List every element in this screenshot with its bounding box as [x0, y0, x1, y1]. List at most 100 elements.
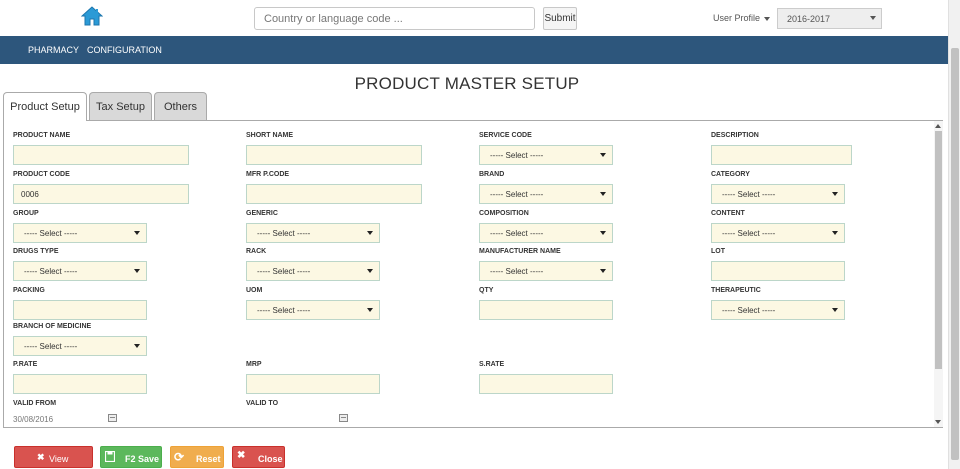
- manufacturer-name-select[interactable]: ----- Select -----: [479, 261, 613, 281]
- chevron-down-icon: [134, 344, 140, 348]
- category-label: CATEGORY: [711, 171, 750, 178]
- chevron-down-icon: [600, 153, 606, 157]
- manufacturer-name-label: MANUFACTURER NAME: [479, 248, 561, 255]
- reset-button-label: Reset: [196, 454, 221, 464]
- financial-year-value: 2016-2017: [787, 14, 831, 24]
- refresh-icon: ⟳: [174, 450, 185, 464]
- prate-field[interactable]: [13, 374, 147, 394]
- description-field[interactable]: [711, 145, 852, 165]
- valid-from-field[interactable]: 30/08/2016: [13, 415, 53, 424]
- generic-label: GENERIC: [246, 210, 278, 217]
- select-placeholder: ----- Select -----: [490, 190, 544, 199]
- branch-of-medicine-label: BRANCH OF MEDICINE: [13, 323, 92, 330]
- qty-field[interactable]: [479, 300, 613, 320]
- group-select[interactable]: ----- Select -----: [13, 223, 147, 243]
- select-placeholder: ----- Select -----: [490, 151, 544, 160]
- tab-others[interactable]: Others: [154, 92, 207, 120]
- packing-field[interactable]: [13, 300, 147, 320]
- therapeutic-label: THERAPEUTIC: [711, 287, 761, 294]
- chevron-down-icon: [832, 192, 838, 196]
- select-placeholder: ----- Select -----: [722, 190, 776, 199]
- drugs-type-label: DRUGS TYPE: [13, 248, 59, 255]
- chevron-down-icon: [134, 231, 140, 235]
- financial-year-select[interactable]: 2016-2017: [777, 8, 882, 29]
- close-button[interactable]: ✖ Close: [232, 446, 285, 468]
- chevron-down-icon: [600, 269, 606, 273]
- short-name-field[interactable]: [246, 145, 422, 165]
- tab-product-setup[interactable]: Product Setup: [3, 92, 87, 121]
- qty-label: QTY: [479, 287, 494, 294]
- reset-button[interactable]: ⟳ Reset: [170, 446, 224, 468]
- user-profile-menu[interactable]: User Profile: [713, 13, 771, 23]
- branch-of-medicine-select[interactable]: ----- Select -----: [13, 336, 147, 356]
- product-name-label: PRODUCT NAME: [13, 132, 71, 139]
- srate-field[interactable]: [479, 374, 613, 394]
- user-profile-label: User Profile: [713, 13, 761, 23]
- calendar-icon[interactable]: [339, 414, 348, 422]
- page-scrollbar[interactable]: [948, 0, 960, 469]
- caret-down-icon: [764, 16, 771, 21]
- product-setup-panel: PRODUCT NAME SHORT NAME SERVICE CODE ---…: [3, 120, 943, 428]
- chevron-down-icon: [870, 16, 876, 20]
- tab-tax-setup[interactable]: Tax Setup: [89, 92, 152, 120]
- therapeutic-select[interactable]: ----- Select -----: [711, 300, 845, 320]
- home-icon[interactable]: [81, 5, 103, 27]
- content-select[interactable]: ----- Select -----: [711, 223, 845, 243]
- save-button[interactable]: F2 Save: [100, 446, 162, 468]
- product-code-field[interactable]: 0006: [13, 184, 189, 204]
- scroll-down-icon[interactable]: [935, 420, 941, 424]
- select-placeholder: ----- Select -----: [24, 267, 78, 276]
- service-code-select[interactable]: ----- Select -----: [479, 145, 613, 165]
- main-nav: PHARMACY CONFIGURATION: [0, 36, 948, 64]
- chevron-down-icon: [134, 269, 140, 273]
- product-name-field[interactable]: [13, 145, 189, 165]
- calendar-icon[interactable]: [108, 414, 117, 422]
- select-placeholder: ----- Select -----: [490, 267, 544, 276]
- select-placeholder: ----- Select -----: [257, 229, 311, 238]
- chevron-down-icon: [367, 269, 373, 273]
- page-scrollbar-thumb[interactable]: [951, 48, 959, 460]
- panel-scrollbar[interactable]: [934, 121, 943, 427]
- view-button-label: View: [49, 454, 69, 464]
- short-name-label: SHORT NAME: [246, 132, 294, 139]
- chevron-down-icon: [367, 308, 373, 312]
- packing-label: PACKING: [13, 287, 45, 294]
- valid-to-label: VALID TO: [246, 400, 279, 407]
- nav-item-pharmacy[interactable]: PHARMACY: [28, 45, 79, 55]
- nav-item-configuration[interactable]: CONFIGURATION: [87, 45, 162, 55]
- view-button[interactable]: ✖ View: [14, 446, 93, 468]
- composition-select[interactable]: ----- Select -----: [479, 223, 613, 243]
- lot-field[interactable]: [711, 261, 845, 281]
- select-placeholder: ----- Select -----: [257, 306, 311, 315]
- generic-select[interactable]: ----- Select -----: [246, 223, 380, 243]
- select-placeholder: ----- Select -----: [490, 229, 544, 238]
- brand-select[interactable]: ----- Select -----: [479, 184, 613, 204]
- save-icon: [105, 451, 115, 462]
- mrp-label: MRP: [246, 361, 262, 368]
- group-label: GROUP: [13, 210, 39, 217]
- panel-scrollbar-thumb[interactable]: [935, 131, 942, 369]
- search-input[interactable]: [254, 7, 535, 30]
- drugs-type-select[interactable]: ----- Select -----: [13, 261, 147, 281]
- chevron-down-icon: [600, 231, 606, 235]
- mfr-pcode-field[interactable]: [246, 184, 422, 204]
- prate-label: P.RATE: [13, 361, 38, 368]
- scroll-up-icon[interactable]: [935, 124, 941, 128]
- uom-label: UOM: [246, 287, 263, 294]
- lot-label: LOT: [711, 248, 725, 255]
- uom-select[interactable]: ----- Select -----: [246, 300, 380, 320]
- valid-from-label: VALID FROM: [13, 400, 57, 407]
- save-button-label: F2 Save: [125, 454, 160, 464]
- chevron-down-icon: [832, 308, 838, 312]
- category-select[interactable]: ----- Select -----: [711, 184, 845, 204]
- chevron-down-icon: [600, 192, 606, 196]
- top-bar: Submit User Profile 2016-2017: [0, 0, 948, 36]
- mrp-field[interactable]: [246, 374, 380, 394]
- rack-label: RACK: [246, 248, 267, 255]
- rack-select[interactable]: ----- Select -----: [246, 261, 380, 281]
- submit-button[interactable]: Submit: [543, 7, 577, 30]
- srate-label: S.RATE: [479, 361, 505, 368]
- product-code-label: PRODUCT CODE: [13, 171, 70, 178]
- select-placeholder: ----- Select -----: [722, 229, 776, 238]
- brand-label: BRAND: [479, 171, 505, 178]
